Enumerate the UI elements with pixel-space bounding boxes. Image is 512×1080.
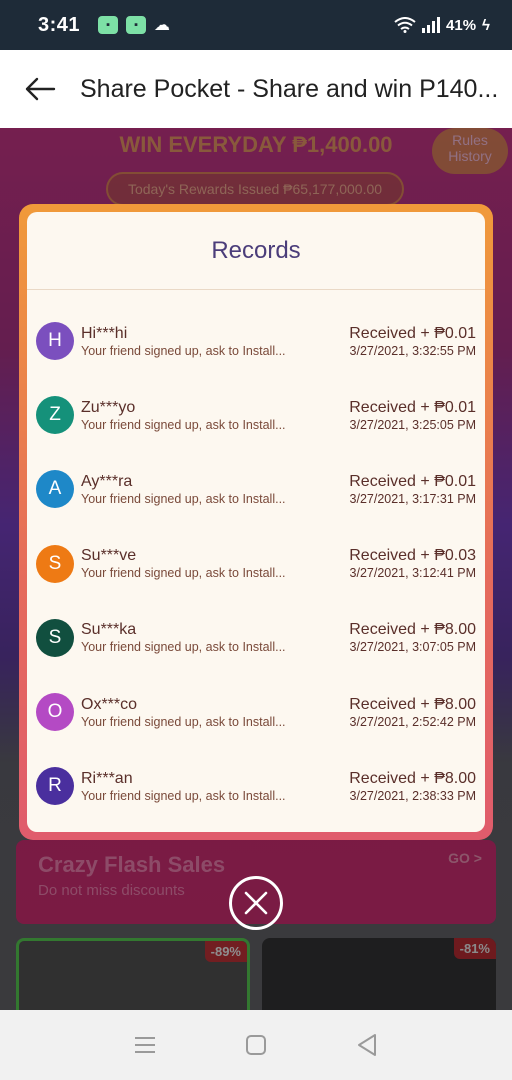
record-amount: Received + ₱8.00	[349, 695, 476, 713]
app-header: Share Pocket - Share and win P140...	[0, 50, 512, 128]
chat-notification-icon: ▪	[98, 16, 119, 34]
record-name: Zu***yo	[81, 398, 136, 416]
record-name: Hi***hi	[81, 324, 128, 342]
record-amount: Received + ₱8.00	[349, 769, 476, 787]
records-modal-body: Records H Hi***hi Your friend signed up, …	[27, 212, 485, 832]
avatar: A	[36, 470, 74, 509]
record-amount: Received + ₱8.00	[349, 621, 476, 639]
avatar: S	[36, 544, 74, 583]
record-description: Your friend signed up, ask to Install...	[81, 417, 286, 432]
record-amount: Received + ₱0.01	[349, 472, 476, 490]
record-item: S Su***ka Your friend signed up, ask to I…	[27, 601, 485, 675]
record-item: O Ox***co Your friend signed up, ask to I…	[27, 675, 485, 749]
records-modal: Records H Hi***hi Your friend signed up, …	[19, 204, 493, 840]
record-name: Ox***co	[81, 695, 138, 713]
avatar: R	[36, 767, 74, 806]
records-list[interactable]: H Hi***hi Your friend signed up, ask to I…	[27, 290, 485, 823]
status-time: 3:41	[38, 13, 81, 36]
back-triangle-icon	[357, 1034, 376, 1056]
system-nav-bar	[0, 1010, 512, 1080]
record-timestamp: 3/27/2021, 3:07:05 PM	[349, 640, 476, 655]
record-amount: Received + ₱0.03	[349, 547, 476, 565]
avatar: S	[36, 618, 74, 657]
record-item: A Ay***ra Your friend signed up, ask to I…	[27, 452, 485, 526]
cloud-icon: ☁	[154, 17, 171, 34]
record-timestamp: 3/27/2021, 2:38:33 PM	[349, 788, 476, 803]
close-modal-button[interactable]	[229, 876, 283, 930]
recent-apps-button[interactable]	[125, 1025, 165, 1065]
record-name: Su***ve	[81, 547, 137, 565]
battery-percent: 41%	[446, 16, 477, 34]
record-description: Your friend signed up, ask to Install...	[81, 491, 286, 506]
record-name: Su***ka	[81, 621, 137, 639]
record-timestamp: 3/27/2021, 3:17:31 PM	[349, 491, 476, 506]
modal-title: Records	[27, 212, 485, 290]
record-description: Your friend signed up, ask to Install...	[81, 566, 286, 581]
record-item: R Ri***an Your friend signed up, ask to I…	[27, 749, 485, 823]
notification-icons: ▪ ▪ ☁	[98, 15, 170, 35]
app-notification-icon: ▪	[126, 16, 147, 34]
home-icon	[245, 1035, 266, 1055]
record-timestamp: 3/27/2021, 3:12:41 PM	[349, 566, 476, 581]
record-description: Your friend signed up, ask to Install...	[81, 788, 286, 803]
record-description: Your friend signed up, ask to Install...	[81, 343, 286, 358]
status-bar: 3:41 ▪ ▪ ☁ 41% ϟ	[0, 0, 512, 50]
close-icon	[244, 891, 268, 915]
record-amount: Received + ₱0.01	[349, 324, 476, 342]
record-item: Z Zu***yo Your friend signed up, ask to I…	[27, 378, 485, 452]
avatar: O	[36, 693, 74, 732]
record-description: Your friend signed up, ask to Install...	[81, 640, 286, 655]
home-button[interactable]	[236, 1025, 276, 1065]
status-right: 41% ϟ	[394, 17, 490, 34]
record-amount: Received + ₱0.01	[349, 398, 476, 416]
page-title: Share Pocket - Share and win P140...	[80, 74, 499, 103]
avatar: Z	[36, 396, 74, 435]
record-timestamp: 3/27/2021, 3:25:05 PM	[349, 417, 476, 432]
record-name: Ay***ra	[81, 472, 133, 490]
menu-icon	[135, 1037, 156, 1053]
wifi-icon	[394, 17, 416, 33]
record-timestamp: 3/27/2021, 3:32:55 PM	[349, 343, 476, 358]
system-back-button[interactable]	[347, 1025, 387, 1065]
record-description: Your friend signed up, ask to Install...	[81, 714, 286, 729]
signal-icon	[422, 17, 441, 33]
charging-icon: ϟ	[482, 16, 490, 34]
record-item: S Su***ve Your friend signed up, ask to I…	[27, 527, 485, 601]
record-name: Ri***an	[81, 769, 133, 787]
record-item: H Hi***hi Your friend signed up, ask to I…	[27, 304, 485, 378]
avatar: H	[36, 322, 74, 361]
record-timestamp: 3/27/2021, 2:52:42 PM	[349, 714, 476, 729]
back-arrow-icon	[25, 77, 56, 101]
back-button[interactable]	[0, 50, 80, 128]
